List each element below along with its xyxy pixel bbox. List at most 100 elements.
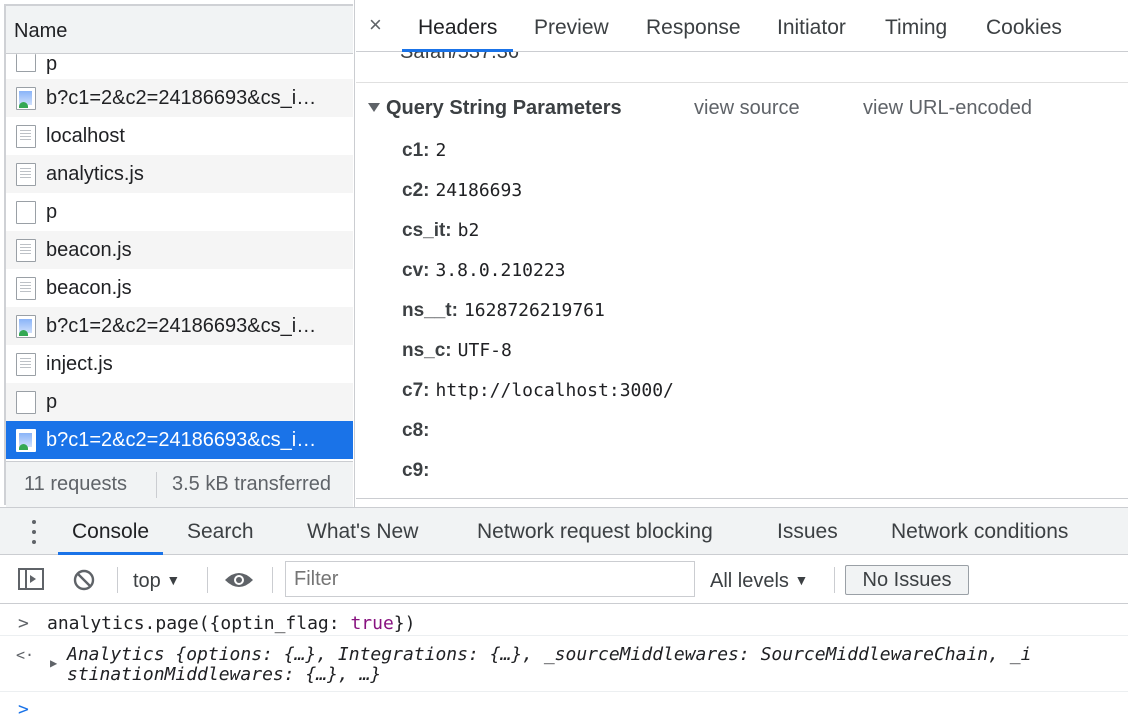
console-divider — [0, 691, 1128, 692]
drawer-tab-network-conditions[interactable]: Network conditions — [891, 508, 1068, 555]
input-chevron-icon: > — [18, 613, 29, 634]
doc-icon — [16, 163, 36, 186]
tab-response[interactable]: Response — [646, 0, 741, 52]
drawer-tab-issues[interactable]: Issues — [777, 508, 838, 555]
close-icon[interactable]: × — [369, 12, 382, 38]
network-summary-bar: 11 requests 3.5 kB transferred — [6, 461, 353, 507]
name-column-header[interactable]: Name — [6, 6, 353, 54]
request-row[interactable]: analytics.js — [6, 155, 353, 193]
tab-preview[interactable]: Preview — [534, 0, 609, 52]
more-options-icon[interactable] — [32, 520, 36, 544]
tab-headers[interactable]: Headers — [401, 0, 514, 52]
request-name: beacon.js — [46, 277, 132, 299]
tab-initiator[interactable]: Initiator — [777, 0, 846, 52]
doc-icon — [16, 277, 36, 300]
request-name: p — [46, 201, 58, 223]
filter-input[interactable] — [285, 561, 695, 597]
query-param-row: c2: 24186693 — [402, 180, 522, 206]
image-icon — [16, 87, 36, 110]
toolbar-divider — [207, 567, 208, 593]
console-input-keyword: true — [350, 613, 394, 634]
param-key: c7: — [402, 380, 430, 401]
query-param-row: ns_c: UTF-8 — [402, 340, 512, 366]
request-row[interactable]: localhost — [6, 117, 353, 155]
request-name: inject.js — [46, 353, 113, 375]
view-source-link[interactable]: view source — [694, 97, 800, 120]
collapse-triangle-icon[interactable] — [368, 103, 380, 112]
clear-console-icon[interactable] — [72, 568, 96, 592]
query-param-row: c8: — [402, 420, 435, 446]
param-value: UTF-8 — [457, 340, 512, 361]
result-chevron-icon: <· — [16, 646, 35, 664]
context-selector[interactable]: top ▼ — [133, 556, 180, 604]
query-string-section-header[interactable]: Query String Parameters — [368, 97, 622, 123]
param-value: 3.8.0.210223 — [435, 260, 566, 281]
request-name: b?c1=2&c2=24186693&cs_i… — [46, 315, 317, 337]
request-row[interactable]: p — [6, 193, 353, 231]
console-result-text-wrap: stinationMiddlewares: {…}, …} — [67, 664, 382, 685]
request-details-panel: × Headers Preview Response Initiator Tim… — [356, 0, 1128, 507]
request-name: b?c1=2&c2=24186693&cs_i… — [46, 429, 317, 451]
prompt-chevron-icon: > — [18, 699, 29, 720]
section-divider — [356, 82, 1128, 83]
log-levels-dropdown[interactable]: All levels ▼ — [710, 556, 808, 604]
doc-icon — [16, 353, 36, 376]
request-row[interactable]: p — [6, 54, 353, 79]
param-key: c1: — [402, 140, 430, 161]
view-url-encoded-link[interactable]: view URL-encoded — [863, 97, 1032, 120]
console-input-text: analytics.page({optin_flag: — [47, 613, 351, 634]
request-name: b?c1=2&c2=24186693&cs_i… — [46, 87, 317, 109]
drawer-tab-whats-new[interactable]: What's New — [307, 508, 418, 555]
param-key: c8: — [402, 420, 430, 441]
request-name: p — [46, 54, 58, 75]
query-param-row: c7: http://localhost:3000/ — [402, 380, 674, 406]
param-key: ns__t: — [402, 300, 458, 321]
console-input-line: > analytics.page({optin_flag: true}) — [0, 613, 1128, 637]
query-param-row: c1: 2 — [402, 140, 446, 166]
drawer-tab-bar: Console Search What's New Network reques… — [0, 508, 1128, 555]
live-expression-eye-icon[interactable] — [224, 570, 254, 590]
request-name: analytics.js — [46, 163, 144, 185]
param-key: ns_c: — [402, 340, 452, 361]
console-divider — [0, 635, 1128, 636]
console-drawer: Console Search What's New Network reques… — [0, 507, 1128, 722]
user-agent-tail: Safari/537.36 — [400, 52, 519, 63]
no-issues-button[interactable]: No Issues — [845, 565, 969, 595]
console-prompt-line[interactable]: > — [0, 699, 1128, 722]
param-key: cv: — [402, 260, 430, 281]
toolbar-divider — [117, 567, 118, 593]
doc-icon — [16, 239, 36, 262]
console-result-line[interactable]: <· ▶ Analytics {options: {…}, Integratio… — [0, 645, 1128, 689]
request-row[interactable]: beacon.js — [6, 231, 353, 269]
dropdown-arrow-icon: ▼ — [166, 572, 181, 588]
details-tab-bar: × Headers Preview Response Initiator Tim… — [356, 0, 1128, 52]
query-param-row: cs_it: b2 — [402, 220, 479, 246]
drawer-tab-console[interactable]: Console — [57, 508, 164, 555]
request-row[interactable]: b?c1=2&c2=24186693&cs_i… — [6, 307, 353, 345]
request-name: p — [46, 391, 58, 413]
param-key: c9: — [402, 460, 430, 481]
drawer-tab-search[interactable]: Search — [187, 508, 254, 555]
request-list: p b?c1=2&c2=24186693&cs_i… localhost analyt… — [6, 54, 353, 459]
console-output: > analytics.page({optin_flag: true}) <· … — [0, 605, 1128, 722]
request-row[interactable]: beacon.js — [6, 269, 353, 307]
console-toolbar: top ▼ All levels ▼ No Issues — [0, 556, 1128, 604]
sidebar-toggle-icon[interactable] — [18, 568, 46, 592]
context-label: top — [133, 570, 161, 592]
param-value: b2 — [457, 220, 480, 241]
expand-triangle-icon[interactable]: ▶ — [50, 653, 57, 673]
request-row[interactable]: b?c1=2&c2=24186693&cs_i… — [6, 421, 353, 459]
request-row[interactable]: inject.js — [6, 345, 353, 383]
param-value: 1628726219761 — [463, 300, 605, 321]
drawer-tab-network-request-blocking[interactable]: Network request blocking — [477, 508, 713, 555]
toolbar-divider — [834, 567, 835, 593]
param-value: http://localhost:3000/ — [435, 380, 674, 401]
doc-icon — [16, 125, 36, 148]
tab-timing[interactable]: Timing — [885, 0, 947, 52]
doc-blank-icon — [16, 201, 36, 224]
request-row[interactable]: p — [6, 383, 353, 421]
tab-cookies[interactable]: Cookies — [986, 0, 1062, 52]
transferred-size: 3.5 kB transferred — [172, 473, 331, 495]
request-row[interactable]: b?c1=2&c2=24186693&cs_i… — [6, 79, 353, 117]
image-icon — [16, 429, 36, 452]
